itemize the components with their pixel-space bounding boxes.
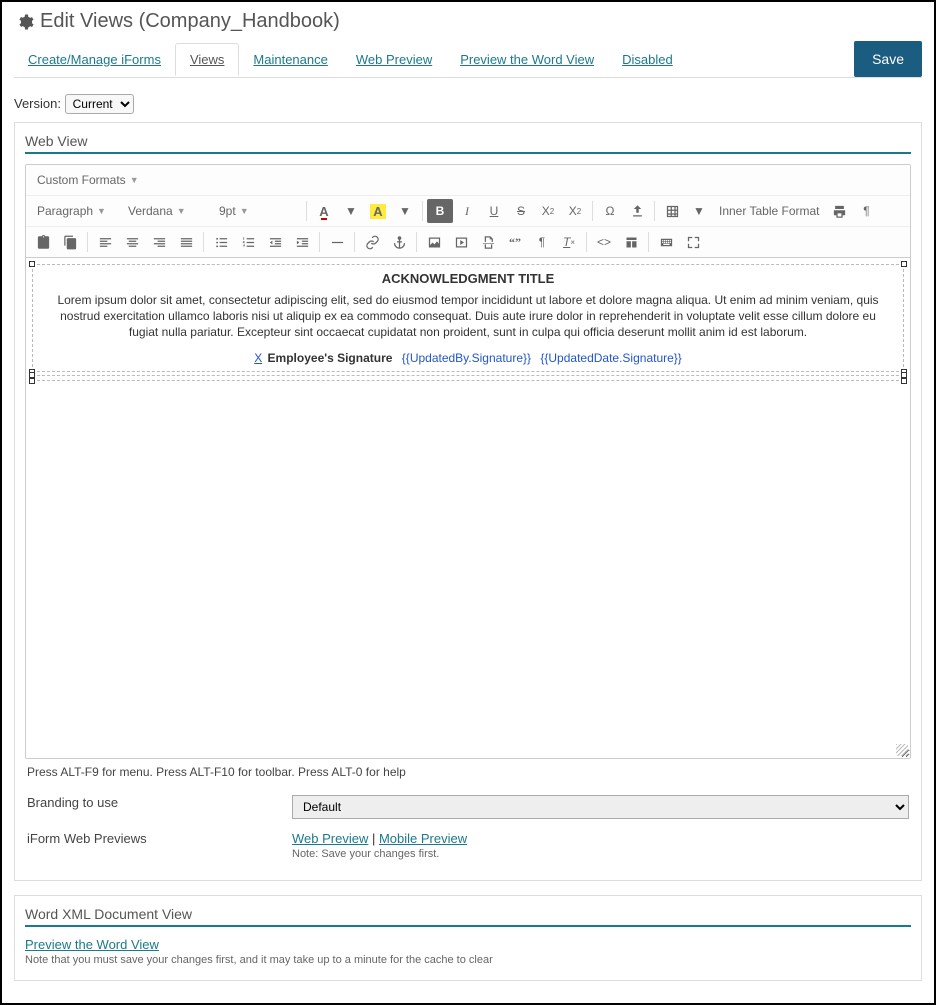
- clear-format-button[interactable]: T×: [556, 230, 582, 254]
- media-button[interactable]: [448, 230, 474, 254]
- previews-note: Note: Save your changes first.: [292, 848, 909, 860]
- ack-title[interactable]: ACKNOWLEDGMENT TITLE: [35, 267, 901, 290]
- template-button[interactable]: [618, 230, 644, 254]
- blockquote-button[interactable]: “”: [502, 230, 528, 254]
- resize-grip-icon[interactable]: [896, 744, 908, 756]
- text-color-caret[interactable]: ▼: [338, 199, 364, 223]
- word-view-title: Word XML Document View: [25, 902, 911, 927]
- mobile-preview-link[interactable]: Mobile Preview: [379, 831, 467, 846]
- web-view-title: Web View: [25, 129, 911, 154]
- table-button[interactable]: [659, 199, 685, 223]
- tab-bar: Create/Manage iForms Views Maintenance W…: [14, 41, 922, 78]
- align-left-button[interactable]: [92, 230, 118, 254]
- code-button[interactable]: <>: [591, 230, 617, 254]
- word-view-panel: Word XML Document View Preview the Word …: [14, 895, 922, 981]
- align-right-button[interactable]: [146, 230, 172, 254]
- inner-table-format-button[interactable]: Inner Table Format: [713, 204, 826, 218]
- highlight-caret[interactable]: ▼: [392, 199, 418, 223]
- web-preview-link[interactable]: Web Preview: [292, 831, 368, 846]
- tab-create-manage[interactable]: Create/Manage iForms: [14, 44, 175, 75]
- sig-label: Employee's Signature: [268, 351, 393, 365]
- show-blocks-button[interactable]: ¶: [854, 199, 880, 223]
- block-format-dropdown[interactable]: Paragraph▼: [30, 199, 120, 223]
- word-view-note: Note that you must save your changes fir…: [25, 954, 911, 966]
- italic-button[interactable]: I: [454, 199, 480, 223]
- previews-label: iForm Web Previews: [27, 831, 292, 846]
- custom-formats-dropdown[interactable]: Custom Formats▼: [30, 168, 146, 192]
- link-button[interactable]: [359, 230, 385, 254]
- bullet-list-button[interactable]: [208, 230, 234, 254]
- align-center-button[interactable]: [119, 230, 145, 254]
- tab-disabled[interactable]: Disabled: [608, 44, 687, 75]
- page-title: Edit Views (Company_Handbook): [40, 10, 340, 33]
- branding-label: Branding to use: [27, 795, 292, 810]
- align-justify-button[interactable]: [173, 230, 199, 254]
- anchor-button[interactable]: [386, 230, 412, 254]
- web-view-panel: Web View Custom Formats▼ Paragraph▼ Verd…: [14, 122, 922, 881]
- highlight-button[interactable]: A: [365, 199, 391, 223]
- version-label: Version:: [14, 96, 61, 111]
- tab-web-preview[interactable]: Web Preview: [342, 44, 446, 75]
- subscript-button[interactable]: X2: [535, 199, 561, 223]
- outdent-button[interactable]: [262, 230, 288, 254]
- superscript-button[interactable]: X2: [562, 199, 588, 223]
- version-select[interactable]: Current: [65, 94, 134, 114]
- gear-icon: [16, 13, 34, 31]
- tab-maintenance[interactable]: Maintenance: [239, 44, 341, 75]
- save-button[interactable]: Save: [854, 41, 922, 77]
- tab-views[interactable]: Views: [175, 43, 239, 76]
- font-size-dropdown[interactable]: 9pt▼: [212, 199, 302, 223]
- ack-body[interactable]: Lorem ipsum dolor sit amet, consectetur …: [35, 290, 901, 347]
- rich-text-editor: Custom Formats▼ Paragraph▼ Verdana▼ 9pt▼…: [25, 164, 911, 759]
- keyboard-button[interactable]: [653, 230, 679, 254]
- editor-content-area[interactable]: ACKNOWLEDGMENT TITLE Lorem ipsum dolor s…: [26, 258, 910, 758]
- table-caret[interactable]: ▼: [686, 199, 712, 223]
- hr-button[interactable]: [324, 230, 350, 254]
- sig-updateddate-token: {{UpdatedDate.Signature}}: [540, 351, 681, 365]
- sig-x[interactable]: X: [254, 351, 262, 365]
- paste-text-button[interactable]: [57, 230, 83, 254]
- editor-hint: Press ALT-F9 for menu. Press ALT-F10 for…: [25, 759, 911, 789]
- underline-button[interactable]: U: [481, 199, 507, 223]
- tab-preview-word[interactable]: Preview the Word View: [446, 44, 608, 75]
- font-family-dropdown[interactable]: Verdana▼: [121, 199, 211, 223]
- branding-select[interactable]: Default: [292, 795, 909, 819]
- indent-button[interactable]: [289, 230, 315, 254]
- strikethrough-button[interactable]: S: [508, 199, 534, 223]
- upload-button[interactable]: [624, 199, 650, 223]
- page-break-button[interactable]: [475, 230, 501, 254]
- print-button[interactable]: [827, 199, 853, 223]
- signature-row[interactable]: X Employee's Signature {{UpdatedBy.Signa…: [35, 347, 901, 369]
- number-list-button[interactable]: [235, 230, 261, 254]
- text-color-button[interactable]: A: [311, 199, 337, 223]
- sig-updatedby-token: {{UpdatedBy.Signature}}: [402, 351, 531, 365]
- special-char-button[interactable]: Ω: [597, 199, 623, 223]
- ltr-button[interactable]: ¶: [529, 230, 555, 254]
- bold-button[interactable]: B: [427, 199, 453, 223]
- image-button[interactable]: [421, 230, 447, 254]
- fullscreen-button[interactable]: [680, 230, 706, 254]
- paste-button[interactable]: [30, 230, 56, 254]
